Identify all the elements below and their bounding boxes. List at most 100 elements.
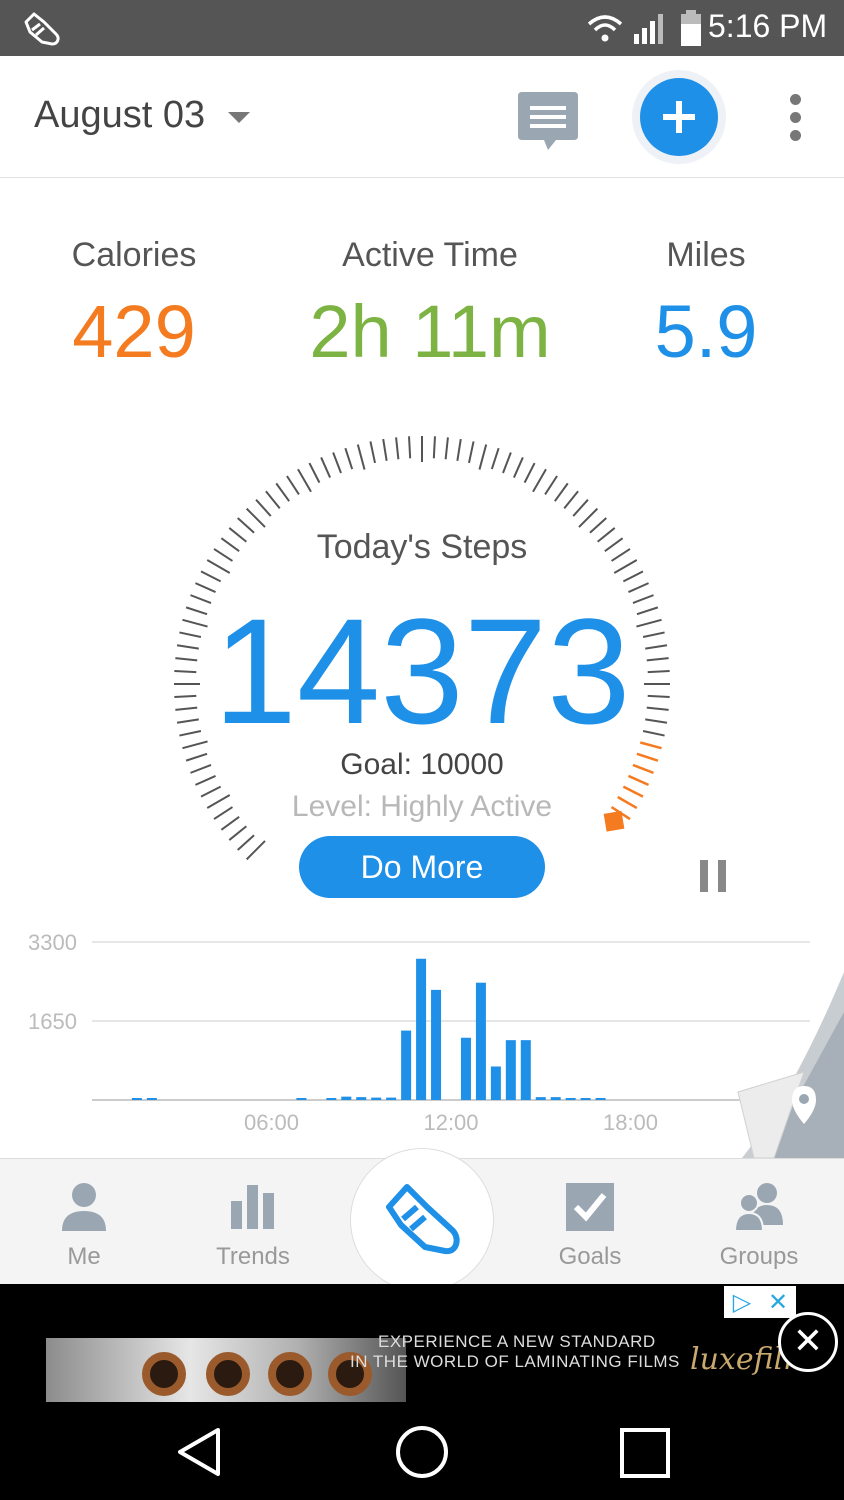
- system-nav-bar: [0, 1402, 844, 1500]
- gauge-tick: [332, 452, 342, 474]
- calories-stat: Calories 429: [34, 236, 234, 374]
- chart-bar: [595, 1098, 606, 1100]
- gauge-tick: [502, 452, 512, 474]
- chart-bar: [371, 1097, 382, 1100]
- ad-subheadline: IN THE WORLD OF LAMINATING FILMS: [350, 1352, 680, 1371]
- x-tick-label: 18:00: [603, 1110, 658, 1135]
- y-tick-label: 3300: [28, 930, 77, 955]
- nav-trends[interactable]: Trends: [193, 1159, 313, 1285]
- gauge-tick: [382, 438, 388, 461]
- active-time-label: Active Time: [342, 236, 518, 274]
- chart-bar: [146, 1098, 157, 1100]
- gauge-tick: [237, 834, 255, 851]
- active-time-value: 2h 11m: [309, 290, 551, 373]
- gauge-overshoot-tick: [627, 774, 650, 787]
- gauge-tick: [245, 840, 266, 861]
- gauge-tick: [275, 482, 290, 502]
- shoe-icon: [24, 12, 60, 46]
- chart-bar: [460, 1037, 471, 1100]
- gauge-tick: [544, 475, 558, 496]
- gauge-tick: [245, 507, 266, 528]
- gauge-overshoot-tick: [632, 763, 654, 775]
- activity-level: Level: Highly Active: [291, 790, 553, 823]
- gauge-tick: [513, 457, 524, 478]
- do-more-button[interactable]: Do More: [299, 836, 545, 898]
- gauge-tick: [255, 499, 272, 517]
- nav-activity[interactable]: [350, 1148, 494, 1292]
- hourly-steps-chart: 3300 1650 06:00 12:00 18:00: [28, 930, 810, 1135]
- pause-icon[interactable]: [700, 860, 726, 892]
- chart-bar: [356, 1097, 367, 1100]
- checkbox-icon: [566, 1183, 614, 1231]
- gauge-tick: [297, 468, 312, 493]
- gauge-tick: [490, 447, 500, 470]
- miles-label: Miles: [666, 236, 746, 274]
- gauge-tick: [356, 444, 366, 470]
- nav-groups[interactable]: Groups: [699, 1159, 819, 1285]
- nav-me-label: Me: [67, 1243, 101, 1270]
- chart-bar: [401, 1030, 412, 1100]
- gauge-tick: [554, 482, 569, 502]
- chevron-down-icon[interactable]: [228, 112, 250, 123]
- recent-apps-icon[interactable]: [620, 1428, 670, 1478]
- calories-value: 429: [72, 290, 196, 373]
- chart-bar: [565, 1098, 576, 1100]
- nav-me[interactable]: Me: [24, 1159, 144, 1285]
- plus-icon: [663, 101, 695, 133]
- date-selector[interactable]: August 03: [34, 94, 205, 137]
- gauge-tick: [190, 764, 212, 774]
- home-icon[interactable]: [396, 1426, 448, 1478]
- gauge-tick: [344, 447, 354, 470]
- gauge-tick: [195, 775, 216, 786]
- ad-banner[interactable]: EXPERIENCE A NEW STANDARD IN THE WORLD O…: [0, 1284, 844, 1402]
- clock: 5:16 PM: [708, 8, 828, 44]
- calories-label: Calories: [71, 236, 197, 274]
- active-time-stat: Active Time 2h 11m: [290, 236, 570, 374]
- x-tick-label: 06:00: [244, 1110, 299, 1135]
- chart-bar: [341, 1096, 352, 1100]
- gauge-tick: [532, 468, 547, 493]
- chart-bar: [296, 1098, 307, 1100]
- nav-goals[interactable]: Goals: [530, 1159, 650, 1285]
- person-icon: [62, 1183, 106, 1231]
- battery-icon: [681, 10, 701, 46]
- gauge-tick: [265, 490, 281, 509]
- gauge-tick: [563, 490, 579, 509]
- chart-bar: [416, 958, 427, 1100]
- gauge-tick: [523, 462, 536, 484]
- chart-bar: [580, 1098, 591, 1100]
- gauge-tick: [444, 437, 449, 460]
- back-icon[interactable]: [174, 1426, 224, 1478]
- shoe-icon: [386, 1184, 460, 1255]
- chart-bar: [475, 982, 486, 1100]
- chart-bar: [326, 1098, 337, 1100]
- nav-groups-label: Groups: [719, 1243, 799, 1270]
- nav-goals-label: Goals: [558, 1243, 622, 1270]
- miles-stat: Miles 5.9: [606, 236, 806, 374]
- chart-bar: [535, 1097, 546, 1100]
- gauge-tick: [395, 437, 400, 460]
- signal-icon: [634, 14, 663, 44]
- gauge-overshoot-tick: [622, 785, 644, 798]
- nav-trends-label: Trends: [216, 1243, 290, 1270]
- message-icon[interactable]: [516, 92, 580, 152]
- gauge-tick: [200, 785, 222, 798]
- close-ad-icon[interactable]: ✕: [778, 1312, 838, 1372]
- gauge-tick: [308, 462, 321, 484]
- chart-bar: [386, 1097, 397, 1100]
- steps-goal: Goal: 10000: [340, 748, 504, 781]
- gauge-tick: [432, 436, 436, 459]
- gauge-tick: [468, 441, 475, 464]
- gauge-tick: [572, 499, 589, 517]
- add-button[interactable]: [640, 78, 718, 156]
- gauge-tick: [478, 444, 488, 470]
- gauge-tick: [200, 570, 222, 583]
- ad-headline: EXPERIENCE A NEW STANDARD: [378, 1332, 656, 1351]
- gauge-tick: [622, 570, 644, 583]
- chart-bar: [550, 1097, 561, 1100]
- more-options-icon[interactable]: [784, 94, 806, 144]
- adchoices-icon[interactable]: ▷ ✕: [724, 1286, 796, 1318]
- chart-bar: [490, 1066, 501, 1100]
- wifi-icon: [587, 15, 623, 42]
- map-fold[interactable]: [734, 972, 844, 1158]
